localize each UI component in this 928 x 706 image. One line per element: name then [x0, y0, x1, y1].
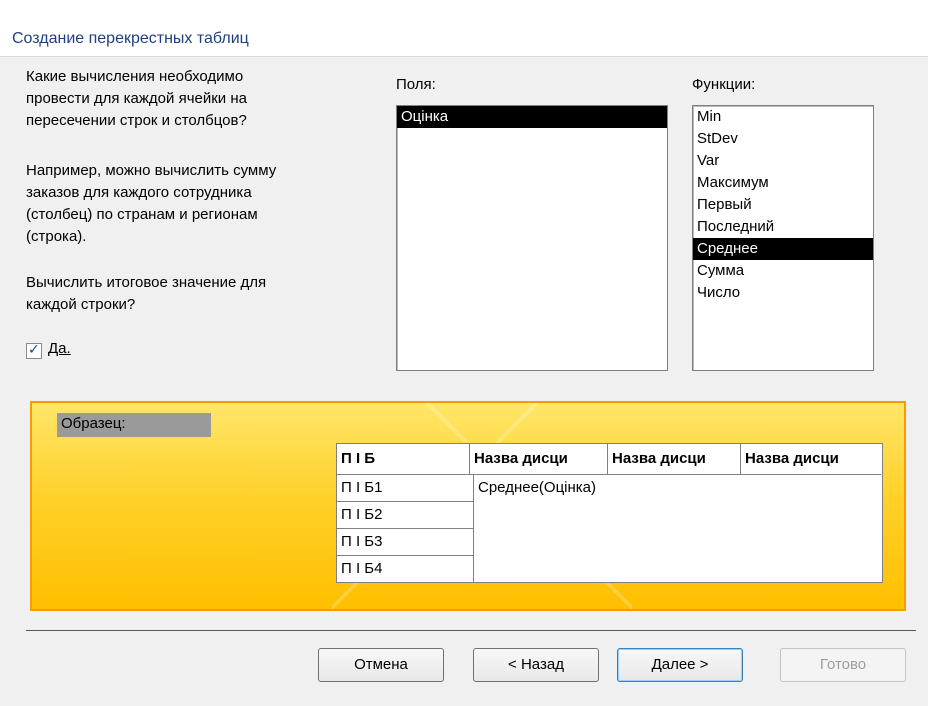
list-item[interactable]: Последний [693, 216, 873, 238]
sample-cell: Среднее(Оцінка) [478, 479, 597, 496]
functions-listbox[interactable]: Min StDev Var Максимум Первый Последний … [692, 105, 874, 371]
row-label: П І Б4 [337, 556, 474, 582]
total-checkbox[interactable]: ✓ [26, 341, 42, 359]
title-bar: Создание перекрестных таблиц [0, 0, 928, 57]
divider [26, 630, 916, 631]
next-button-label: Далее > [651, 656, 709, 673]
question-text: Какие вычисления необходимо провести для… [26, 68, 247, 129]
row-label: П І Б3 [337, 529, 474, 556]
back-button[interactable]: < Назад [473, 648, 599, 682]
fields-listbox[interactable]: Оцінка [396, 105, 668, 371]
next-button[interactable]: Далее > [617, 648, 743, 682]
sample-panel: Образец: П І Б Назва дисци Назва дисци Н… [30, 401, 906, 611]
fields-label: Поля: [396, 76, 436, 93]
row-label: П І Б2 [337, 502, 474, 529]
window-title: Создание перекрестных таблиц [12, 30, 249, 47]
total-question-text: Вычислить итоговое значение для каждой с… [26, 274, 267, 313]
back-button-label: < Назад [508, 656, 564, 673]
list-item[interactable]: Число [693, 282, 873, 304]
list-item[interactable]: Максимум [693, 172, 873, 194]
list-item[interactable]: StDev [693, 128, 873, 150]
sample-label: Образец: [57, 413, 211, 437]
sample-grid: П І Б Назва дисци Назва дисци Назва дисц… [336, 443, 883, 583]
row-header: П І Б [337, 444, 470, 475]
checkmark-icon: ✓ [28, 341, 40, 357]
functions-label: Функции: [692, 76, 756, 93]
list-item[interactable]: Оцінка [397, 106, 667, 128]
list-item[interactable]: Var [693, 150, 873, 172]
column-header: Назва дисци [741, 444, 881, 475]
cancel-button[interactable]: Отмена [318, 648, 444, 682]
column-header: Назва дисци [608, 444, 741, 475]
list-item[interactable]: Среднее [693, 238, 873, 260]
column-header: Назва дисци [470, 444, 608, 475]
row-label: П І Б1 [337, 475, 474, 502]
list-item[interactable]: Сумма [693, 260, 873, 282]
list-item[interactable]: Первый [693, 194, 873, 216]
checkbox-label[interactable]: Да. [48, 340, 71, 357]
example-text: Например, можно вычислить сумму заказов … [26, 162, 277, 245]
list-item[interactable]: Min [693, 106, 873, 128]
finish-button[interactable]: Готово [780, 648, 906, 682]
